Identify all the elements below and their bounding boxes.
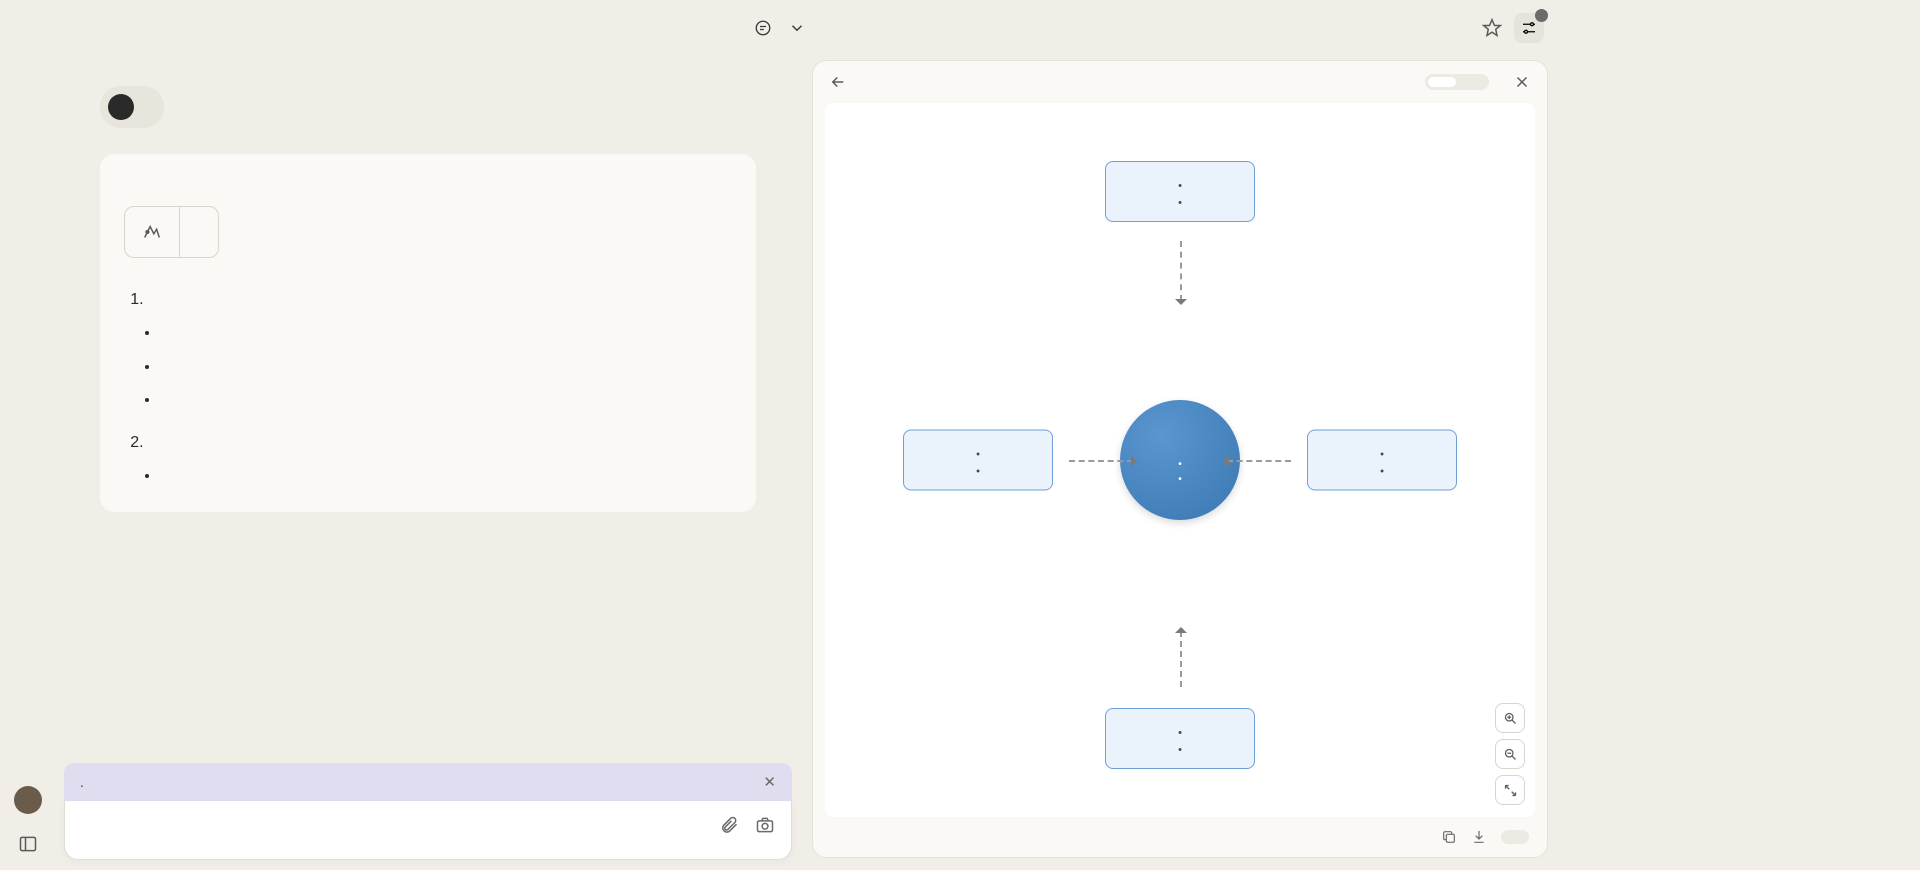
list-item: [148, 284, 732, 316]
tab-code[interactable]: [1458, 77, 1486, 87]
chat-icon: [754, 19, 772, 37]
attachment-icon[interactable]: [719, 815, 739, 835]
user-mini-avatar: [108, 94, 134, 120]
assistant-message: [100, 154, 756, 512]
diagram-box-top: [1105, 161, 1255, 222]
chevron-down-icon: [788, 19, 806, 37]
artifact-card-icon: [125, 207, 180, 257]
pro-banner-text: .: [80, 775, 84, 790]
expand-button[interactable]: [1495, 775, 1525, 805]
list-item: [160, 316, 732, 350]
user-avatar[interactable]: [14, 786, 42, 814]
list-item: [148, 427, 732, 459]
sliders-icon: [1520, 19, 1538, 37]
list-item: [160, 350, 732, 384]
artifact-preview: [825, 103, 1535, 817]
close-banner-icon[interactable]: ✕: [763, 773, 776, 791]
publish-button[interactable]: [1501, 830, 1529, 844]
user-message-chip: [100, 86, 164, 128]
artifact-card[interactable]: [124, 206, 219, 258]
zoom-in-button[interactable]: [1495, 703, 1525, 733]
back-button[interactable]: [829, 73, 847, 91]
diagram-box-left: [903, 430, 1053, 491]
star-icon[interactable]: [1482, 18, 1502, 38]
project-title[interactable]: [754, 19, 806, 37]
zoom-out-button[interactable]: [1495, 739, 1525, 769]
download-icon[interactable]: [1471, 829, 1487, 845]
view-toggle: [1425, 74, 1489, 90]
close-artifact-button[interactable]: [1513, 73, 1531, 91]
pro-banner: . ✕: [64, 763, 792, 801]
settings-badge-count: [1535, 9, 1548, 22]
message-input-box: [64, 801, 792, 860]
artifact-panel: [812, 60, 1548, 858]
sidebar-toggle-icon[interactable]: [18, 834, 38, 854]
tab-preview[interactable]: [1428, 77, 1456, 87]
settings-button[interactable]: [1514, 13, 1544, 43]
diagram-box-bottom: [1105, 708, 1255, 769]
list-item: [160, 383, 732, 417]
diagram-box-right: [1307, 430, 1457, 491]
list-item: [160, 459, 732, 493]
camera-icon[interactable]: [755, 815, 775, 835]
copy-icon[interactable]: [1441, 829, 1457, 845]
